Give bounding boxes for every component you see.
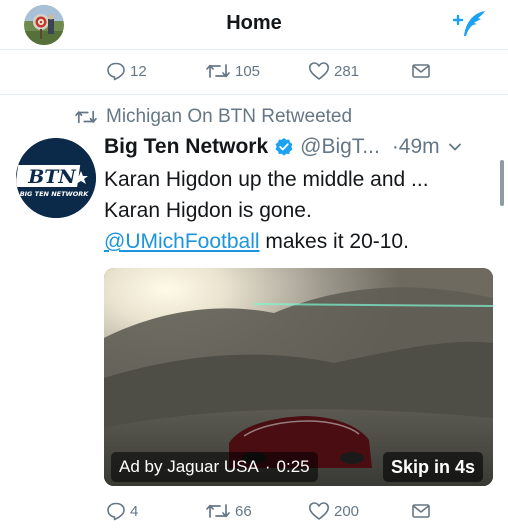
tweet-actions: 4 66 200 [0, 496, 508, 526]
retweet-icon [206, 504, 230, 518]
like-button[interactable]: 281 [308, 56, 359, 86]
author-avatar[interactable]: BTN BIG TEN NETWORK [16, 138, 96, 218]
verified-badge-icon [275, 138, 293, 156]
video-duration: 0:25 [276, 457, 310, 476]
page-title: Home [226, 12, 282, 34]
tweet-header: Big Ten Network @BigT... ·49m [104, 133, 498, 161]
retweet-button[interactable]: 105 [205, 56, 260, 86]
heart-icon [309, 502, 329, 520]
tweet-text-line-3-rest: makes it 20-10. [259, 230, 409, 253]
svg-text:BTN: BTN [27, 166, 76, 188]
reply-button[interactable]: 4 [106, 496, 138, 526]
mention-link[interactable]: @UMichFootball [104, 230, 260, 253]
btn-logo-icon: BTN BIG TEN NETWORK [16, 138, 96, 218]
reply-icon [107, 502, 125, 521]
chevron-down-icon[interactable] [448, 142, 462, 152]
retweet-context-label: Michigan On BTN Retweeted [106, 106, 353, 127]
compose-tweet-button[interactable] [452, 8, 488, 42]
envelope-icon [412, 504, 430, 518]
compose-feather-icon [452, 11, 485, 36]
author-name[interactable]: Big Ten Network [104, 135, 268, 159]
retweet-icon [206, 64, 230, 78]
like-button[interactable]: 200 [308, 496, 359, 526]
tweet-text-line-3: @UMichFootball makes it 20-10. [104, 226, 494, 257]
reply-count: 4 [130, 502, 139, 520]
top-nav-bar: Home [0, 0, 508, 50]
ad-separator: · [264, 457, 271, 476]
retweet-count: 105 [235, 62, 261, 80]
like-count: 281 [334, 62, 360, 80]
ad-label: Ad by Jaguar USA · 0:25 [111, 452, 318, 482]
share-button[interactable] [411, 496, 431, 526]
heart-icon [309, 62, 329, 80]
like-count: 200 [334, 502, 360, 520]
author-handle[interactable]: @BigT... [300, 135, 380, 159]
reply-count: 12 [130, 62, 147, 80]
envelope-icon [412, 64, 430, 78]
tweet-text: Karan Higdon up the middle and ... Karan… [104, 164, 494, 257]
share-button[interactable] [411, 56, 431, 86]
tweet-text-line-1: Karan Higdon up the middle and ... [104, 168, 429, 191]
reply-button[interactable]: 12 [106, 56, 147, 86]
ad-label-text: Ad by Jaguar USA [119, 457, 259, 476]
retweet-icon [75, 110, 97, 124]
retweet-button[interactable]: 66 [205, 496, 252, 526]
tweet-timestamp[interactable]: ·49m [392, 135, 440, 159]
reply-icon [107, 62, 125, 81]
tweet-text-line-2: Karan Higdon is gone. [104, 199, 312, 222]
tweet-divider [0, 94, 508, 95]
retweet-context[interactable]: Michigan On BTN Retweeted [74, 106, 352, 128]
scrollbar-thumb[interactable] [500, 160, 504, 206]
retweet-count: 66 [235, 502, 252, 520]
previous-tweet-actions: 12 105 281 [0, 56, 508, 86]
svg-text:BIG TEN NETWORK: BIG TEN NETWORK [20, 190, 90, 198]
skip-ad-button[interactable]: Skip in 4s [383, 452, 484, 482]
